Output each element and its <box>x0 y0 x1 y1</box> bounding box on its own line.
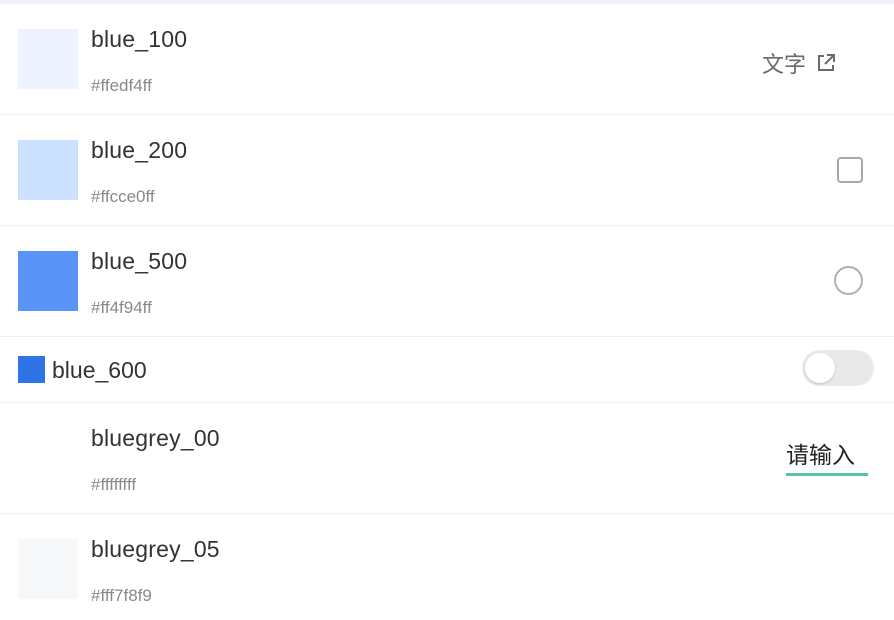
item-title: bluegrey_00 <box>91 425 220 451</box>
list-item-blue-500[interactable]: blue_500 #ff4f94ff <box>0 226 894 337</box>
text-input[interactable] <box>786 443 868 469</box>
item-hex: #ffffffff <box>91 475 137 494</box>
radio-button[interactable] <box>834 266 863 295</box>
list-item-blue-600[interactable]: blue_600 <box>0 337 894 403</box>
item-hex: #ffcce0ff <box>91 187 155 206</box>
item-title: blue_500 <box>91 248 188 274</box>
toggle-knob <box>805 353 835 383</box>
external-link-icon <box>818 54 835 71</box>
list-item-bluegrey-05[interactable]: bluegrey_05 #fff7f8f9 <box>0 514 894 620</box>
text-link-label: 文字 <box>761 52 806 77</box>
checkbox[interactable] <box>837 157 863 183</box>
item-title: blue_100 <box>91 26 188 52</box>
text-link-button[interactable]: 文字 <box>762 47 836 79</box>
item-hex: #fff7f8f9 <box>91 586 152 605</box>
item-title: bluegrey_05 <box>91 536 220 562</box>
color-swatch <box>18 140 78 200</box>
item-hex: #ffedf4ff <box>91 76 152 95</box>
item-title: blue_600 <box>52 357 147 383</box>
list-item-bluegrey-00[interactable]: bluegrey_00 #ffffffff <box>0 403 894 514</box>
color-swatch <box>18 539 78 599</box>
item-title: blue_200 <box>91 137 188 163</box>
text-input-wrapper <box>786 443 868 476</box>
color-swatch <box>18 29 78 89</box>
item-hex: #ff4f94ff <box>91 298 152 317</box>
color-swatch <box>18 428 78 488</box>
color-list: blue_100 #ffedf4ff 文字 blue_200 #ffcce0ff… <box>0 4 894 620</box>
color-swatch <box>18 356 45 383</box>
color-swatch <box>18 251 78 311</box>
list-item-blue-100[interactable]: blue_100 #ffedf4ff 文字 <box>0 4 894 115</box>
list-item-blue-200[interactable]: blue_200 #ffcce0ff <box>0 115 894 226</box>
toggle-switch[interactable] <box>802 350 874 386</box>
